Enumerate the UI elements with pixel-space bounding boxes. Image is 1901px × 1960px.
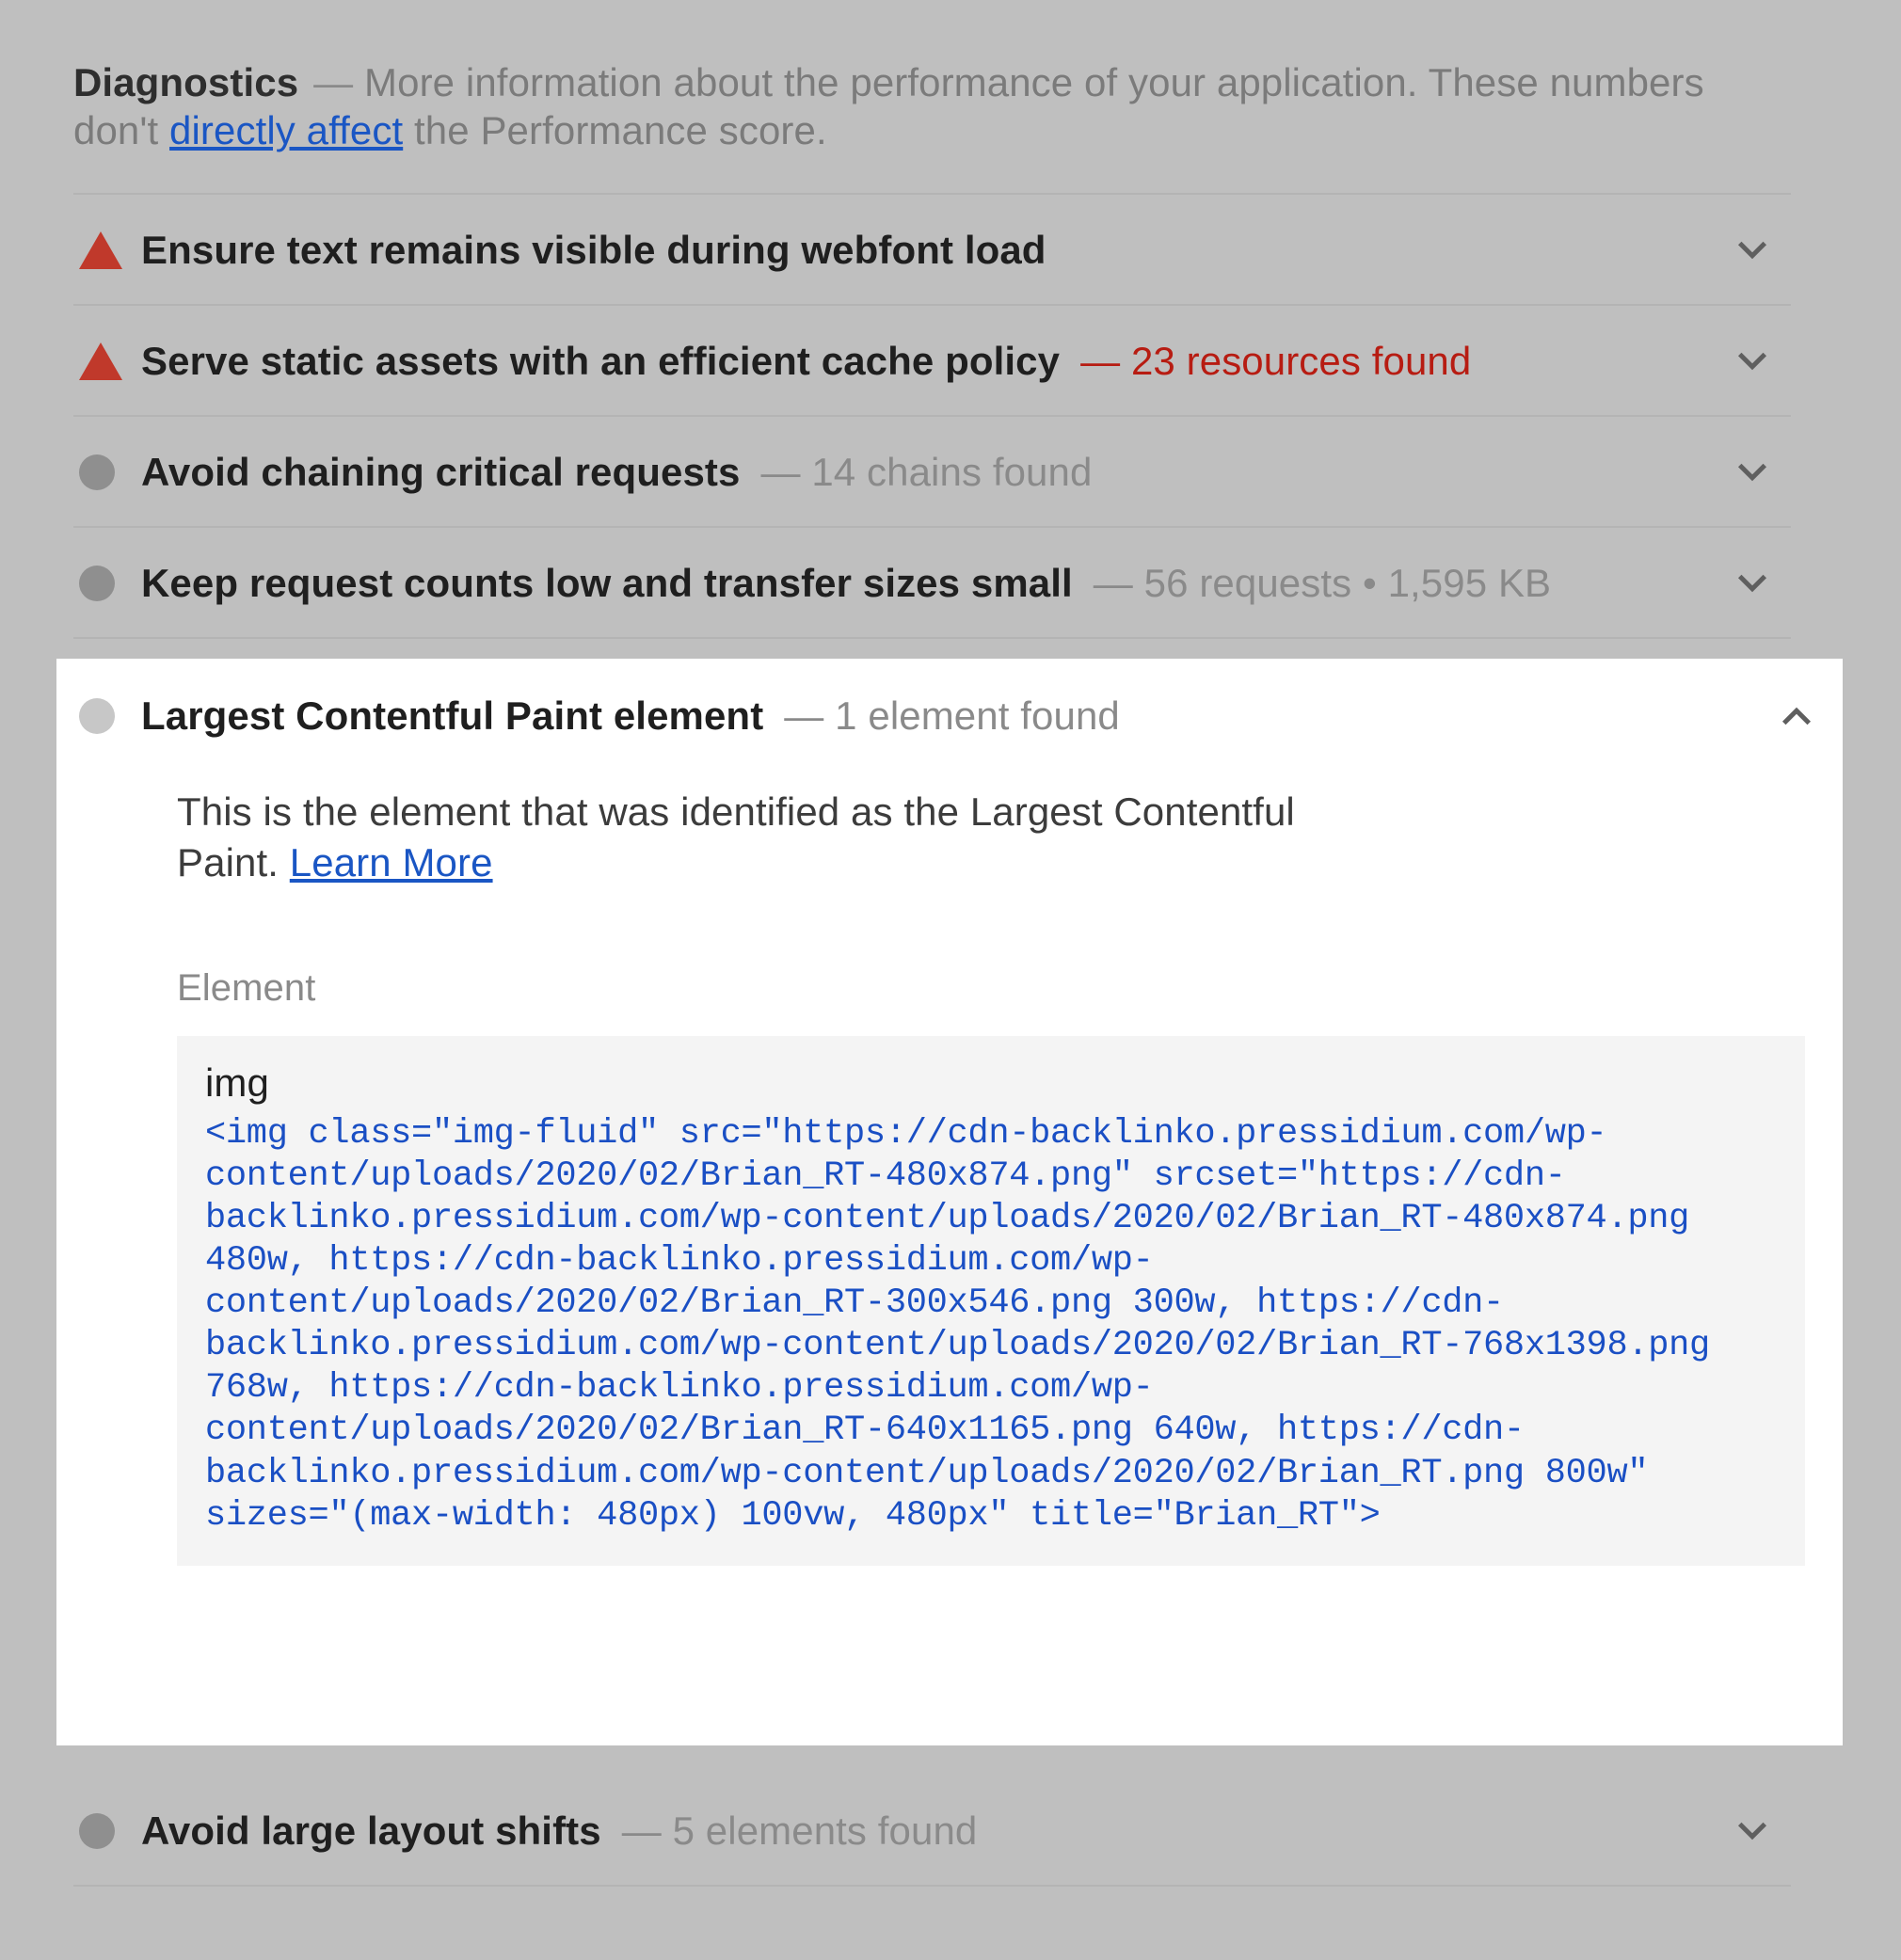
audit-status-icon-slot bbox=[73, 698, 141, 734]
audit-title: Avoid chaining critical requests bbox=[141, 450, 741, 494]
directly-affect-link[interactable]: directly affect bbox=[169, 108, 403, 152]
warning-triangle-icon bbox=[79, 343, 122, 380]
audit-status-icon-slot bbox=[73, 454, 141, 490]
chevron-up-icon[interactable] bbox=[1775, 694, 1818, 738]
audit-title: Largest Contentful Paint element bbox=[141, 693, 764, 738]
chevron-down-icon[interactable] bbox=[1731, 451, 1774, 494]
lcp-description: This is the element that was identified … bbox=[177, 787, 1400, 888]
diagnostics-header: Diagnostics — More information about the … bbox=[73, 58, 1791, 154]
element-code-block: img <img class="img-fluid" src="https://… bbox=[177, 1035, 1805, 1566]
row-divider bbox=[73, 637, 1791, 639]
element-tag-name: img bbox=[205, 1060, 269, 1105]
element-label: Element bbox=[177, 966, 316, 1009]
learn-more-link[interactable]: Learn More bbox=[290, 840, 493, 884]
audit-title: Keep request counts low and transfer siz… bbox=[141, 561, 1073, 605]
chevron-down-icon[interactable] bbox=[1731, 340, 1774, 383]
header-dash: — bbox=[313, 60, 354, 104]
audit-subtitle: — 23 resources found bbox=[1080, 339, 1472, 383]
info-circle-icon bbox=[79, 566, 115, 601]
audit-row-critical-requests[interactable]: Avoid chaining critical requests — 14 ch… bbox=[73, 417, 1791, 528]
warning-triangle-icon bbox=[79, 231, 122, 269]
page-title: Diagnostics bbox=[73, 60, 299, 104]
info-circle-icon bbox=[79, 1813, 115, 1849]
lcp-card-header[interactable]: Largest Contentful Paint element — 1 ele… bbox=[56, 659, 1843, 773]
chevron-down-icon[interactable] bbox=[1731, 1809, 1774, 1853]
audit-status-icon-slot bbox=[73, 566, 141, 601]
chevron-down-icon[interactable] bbox=[1731, 562, 1774, 605]
audit-status-icon-slot bbox=[73, 1813, 141, 1849]
audit-title: Avoid large layout shifts bbox=[141, 1809, 601, 1853]
audit-subtitle: — 56 requests • 1,595 KB bbox=[1093, 561, 1552, 605]
chevron-down-icon[interactable] bbox=[1731, 229, 1774, 272]
info-circle-icon bbox=[79, 698, 115, 734]
audit-row-request-counts[interactable]: Keep request counts low and transfer siz… bbox=[73, 528, 1791, 639]
audit-row-layout-shifts[interactable]: Avoid large layout shifts — 5 elements f… bbox=[73, 1776, 1791, 1887]
audit-subtitle: — 5 elements found bbox=[621, 1809, 978, 1853]
row-divider bbox=[73, 1885, 1791, 1887]
lcp-element-card: Largest Contentful Paint element — 1 ele… bbox=[56, 659, 1843, 1745]
audit-title: Ensure text remains visible during webfo… bbox=[141, 228, 1046, 272]
audit-subtitle: — 1 element found bbox=[784, 693, 1120, 738]
header-description-part2: the Performance score. bbox=[403, 108, 827, 153]
audit-row-cache-policy[interactable]: Serve static assets with an efficient ca… bbox=[73, 306, 1791, 417]
info-circle-icon bbox=[79, 454, 115, 490]
audit-status-icon-slot bbox=[73, 343, 141, 380]
audit-subtitle: — 14 chains found bbox=[760, 450, 1093, 494]
audit-row-webfont-load[interactable]: Ensure text remains visible during webfo… bbox=[73, 195, 1791, 306]
diagnostics-panel: Diagnostics — More information about the … bbox=[0, 0, 1901, 1960]
lcp-card-body: This is the element that was identified … bbox=[56, 787, 1843, 1566]
audit-title: Serve static assets with an efficient ca… bbox=[141, 339, 1061, 383]
element-html-snippet: <img class="img-fluid" src="https://cdn-… bbox=[205, 1113, 1731, 1536]
audit-status-icon-slot bbox=[73, 231, 141, 269]
